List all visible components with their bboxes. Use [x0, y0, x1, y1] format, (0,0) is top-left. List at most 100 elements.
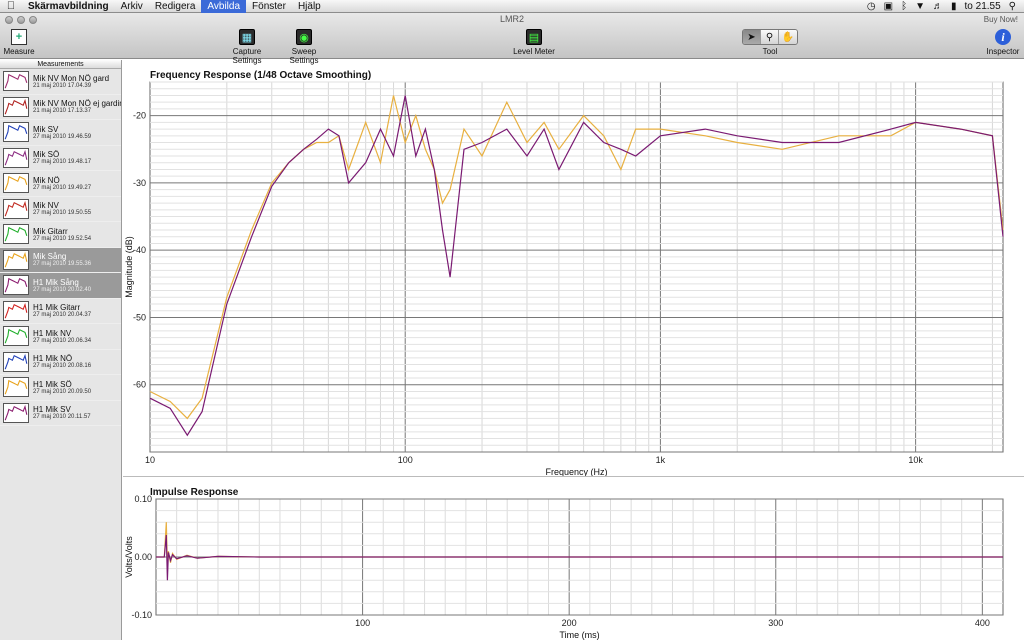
measurement-date: 27 maj 2010 19.50.55: [33, 210, 92, 217]
graph-area: 10 100 1k 10k -20 -30 -40 -50 -60 Frequency Respo…: [123, 60, 1024, 640]
measurement-name: Mik Gitarr: [33, 226, 68, 236]
time-machine-icon[interactable]: ◷: [867, 1, 876, 12]
chart-title: Impulse Response: [150, 487, 239, 498]
measurement-item[interactable]: Mik NV Mon NÖ ej gardin 21 maj 2010 17.13…: [0, 95, 121, 120]
y-tick-label: 0.00: [134, 552, 152, 562]
measurement-name: Mik Sång: [33, 252, 67, 262]
measure-icon: +: [11, 29, 27, 45]
x-tick-label: 10: [145, 455, 155, 465]
menu-fonster[interactable]: Fönster: [246, 0, 292, 13]
measurement-date: 27 maj 2010 19.55.36: [33, 261, 92, 268]
measurement-thumbnail-icon: [3, 326, 29, 347]
level-meter-button[interactable]: ▤ Level Meter: [512, 29, 556, 56]
display-icon[interactable]: ▣: [884, 1, 893, 12]
level-meter-icon: ▤: [526, 29, 542, 45]
measurement-item[interactable]: Mik Gitarr 27 maj 2010 19.52.54: [0, 222, 121, 248]
y-tick-label: -60: [133, 380, 146, 390]
y-tick-label: -0.10: [131, 610, 152, 620]
x-tick-label: 400: [975, 618, 990, 628]
measurement-date: 27 maj 2010 19.52.54: [33, 235, 92, 242]
measurement-item[interactable]: H1 Mik SÖ 27 maj 2010 20.09.50: [0, 375, 121, 401]
x-tick-label: 200: [562, 618, 577, 628]
window-title: LMR2: [499, 14, 524, 24]
menu-app-name[interactable]: Skärmavbildning: [22, 0, 115, 13]
measurement-date: 27 maj 2010 19.46.59: [33, 133, 92, 140]
measurement-date: 27 maj 2010 19.49.27: [33, 184, 92, 191]
measurement-thumbnail-icon: [3, 402, 29, 423]
measurement-name: H1 Mik SÖ: [33, 379, 72, 389]
tool-segmented-control: ➤ ⚲ ✋: [742, 29, 798, 45]
frequency-response-chart[interactable]: 10 100 1k 10k -20 -30 -40 -50 -60 Frequency Respo…: [123, 60, 1024, 476]
tool-selector: ➤ ⚲ ✋ Tool: [738, 29, 802, 56]
measurement-name: H1 Mik NV: [33, 328, 72, 338]
measurement-name: H1 Mik SV: [33, 405, 71, 415]
inspector-button[interactable]: i Inspector: [986, 29, 1020, 56]
measurement-thumbnail-icon: [3, 96, 29, 117]
measurement-thumbnail-icon: [3, 122, 29, 143]
y-axis-label: Magnitude (dB): [124, 236, 134, 298]
measurement-item[interactable]: Mik Sång 27 maj 2010 19.55.36: [0, 247, 121, 273]
measurement-item[interactable]: H1 Mik SV 27 maj 2010 20.11.57: [0, 401, 121, 426]
menu-arkiv[interactable]: Arkiv: [115, 0, 149, 13]
measurement-date: 27 maj 2010 20.06.34: [33, 337, 92, 344]
measurement-item[interactable]: Mik SV 27 maj 2010 19.46.59: [0, 120, 121, 146]
capture-settings-icon: ▦: [239, 29, 255, 45]
x-tick-label: 300: [768, 618, 783, 628]
spotlight-icon[interactable]: ⚲: [1009, 1, 1016, 12]
chart-title: Frequency Response (1/48 Octave Smoothin…: [150, 70, 371, 81]
y-tick-label: -50: [133, 312, 146, 322]
x-axis-label: Frequency (Hz): [545, 467, 607, 476]
measurement-item[interactable]: H1 Mik NÖ 27 maj 2010 20.08.16: [0, 350, 121, 375]
clock[interactable]: to 21.55: [965, 1, 1001, 12]
measurement-thumbnail-icon: [3, 275, 29, 296]
volume-icon[interactable]: ♬: [933, 1, 943, 12]
measurement-item[interactable]: Mik NV 27 maj 2010 19.50.55: [0, 197, 121, 222]
window-toolbar: LMR2 Buy Now! + Measure ▦ Capture Settin…: [0, 13, 1024, 65]
measurement-name: Mik NV Mon NÖ gard: [33, 73, 110, 83]
measurement-name: Mik SV: [33, 124, 59, 134]
x-tick-label: 100: [398, 455, 413, 465]
wifi-icon[interactable]: ▼: [915, 1, 925, 12]
measurement-date: 27 maj 2010 20.11.57: [33, 414, 91, 421]
measurement-thumbnail-icon: [3, 377, 29, 398]
measurement-thumbnail-icon: [3, 71, 29, 92]
menu-avbilda[interactable]: Avbilda: [201, 0, 247, 13]
measurement-date: 21 maj 2010 17.13.37: [33, 108, 92, 115]
measurements-sidebar: Measurements Mik NV Mon NÖ gard 21 maj 20…: [0, 60, 122, 640]
measurement-thumbnail-icon: [3, 147, 29, 168]
measurement-thumbnail-icon: [3, 300, 29, 321]
menu-extras: ◷ ▣ ᛒ ▼ ♬ ▮ to 21.55 ⚲: [867, 1, 1024, 12]
bluetooth-icon[interactable]: ᛒ: [901, 1, 907, 12]
graph-divider[interactable]: [123, 476, 1024, 477]
measurement-name: H1 Mik NÖ: [33, 354, 73, 364]
measurement-item[interactable]: H1 Mik Gitarr 27 maj 2010 20.04.37: [0, 299, 121, 324]
measurement-item[interactable]: Mik SÖ 27 maj 2010 19.48.17: [0, 146, 121, 171]
measurement-name: Mik SÖ: [33, 150, 60, 160]
menu-redigera[interactable]: Redigera: [149, 0, 202, 13]
sweep-settings-icon: ◉: [296, 29, 312, 45]
measurement-thumbnail-icon: [3, 249, 29, 270]
battery-icon[interactable]: ▮: [951, 1, 957, 12]
measurement-date: 27 maj 2010 20.02.40: [33, 286, 92, 293]
x-tick-label: 10k: [908, 455, 923, 465]
buy-now-link[interactable]: Buy Now!: [984, 15, 1018, 24]
measurement-item[interactable]: Mik NÖ 27 maj 2010 19.49.27: [0, 171, 121, 197]
measurement-item[interactable]: H1 Mik NV 27 maj 2010 20.06.34: [0, 324, 121, 350]
menu-hjalp[interactable]: Hjälp: [292, 0, 327, 13]
zoom-tool-icon[interactable]: ⚲: [761, 30, 779, 44]
measurement-name: H1 Mik Sång: [33, 277, 79, 287]
measurement-item[interactable]: Mik NV Mon NÖ gard 21 maj 2010 17.04.39: [0, 69, 121, 95]
impulse-response-chart[interactable]: 100 200 300 4000.100.00-0.10Impulse Respons…: [123, 477, 1024, 640]
measurement-name: H1 Mik Gitarr: [33, 303, 81, 313]
pointer-tool-icon[interactable]: ➤: [743, 30, 761, 44]
measurement-thumbnail-icon: [3, 224, 29, 245]
measurement-thumbnail-icon: [3, 173, 29, 194]
measurement-item[interactable]: H1 Mik Sång 27 maj 2010 20.02.40: [0, 273, 121, 299]
apple-icon[interactable]: : [0, 0, 22, 12]
measure-button[interactable]: + Measure: [3, 29, 35, 56]
measurements-list: Mik NV Mon NÖ gard 21 maj 2010 17.04.39 Mi…: [0, 69, 121, 426]
y-tick-label: -40: [133, 245, 146, 255]
menu-bar:  Skärmavbildning Arkiv Redigera Avbilda…: [0, 0, 1024, 13]
hand-tool-icon[interactable]: ✋: [779, 30, 797, 44]
x-tick-label: 100: [355, 618, 370, 628]
